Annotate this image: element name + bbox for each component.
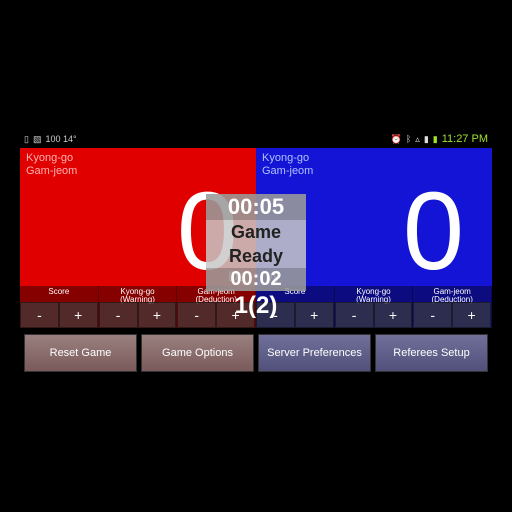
blue-controls: Score - + Kyong-go (Warning) - + Gam-jeo…	[256, 286, 492, 328]
score-board: Kyong-go Gam-jeom 0 Da Score - + Kyong-g…	[20, 148, 492, 328]
alarm-icon: ⏰	[391, 134, 402, 145]
referees-setup-button[interactable]: Referees Setup	[375, 334, 488, 372]
blue-gamjeom-minus[interactable]: -	[413, 302, 452, 328]
blue-kyonggo-control: Kyong-go (Warning) - +	[335, 286, 414, 328]
blue-score: 0	[403, 168, 464, 295]
status-time: 11:27 PM	[442, 133, 488, 145]
status-temp: 100 14°	[45, 134, 76, 144]
game-options-button[interactable]: Game Options	[141, 334, 254, 372]
blue-kyonggo-label: Kyong-go	[262, 152, 486, 165]
red-kyonggo-minus[interactable]: -	[99, 302, 138, 328]
center-panel: 00:05 Game Ready 00:02	[206, 194, 306, 291]
red-score-plus[interactable]: +	[59, 302, 98, 328]
blue-kyonggo-ctl-label: Kyong-go (Warning)	[335, 286, 413, 302]
reset-game-button[interactable]: Reset Game	[24, 334, 137, 372]
status-right: ⏰ ᛒ ▵ ▮ ▮ 11:27 PM	[391, 133, 488, 145]
red-controls: Score - + Kyong-go (Warning) - + Gam-jeo…	[20, 286, 256, 328]
blue-kyonggo-minus[interactable]: -	[335, 302, 374, 328]
red-score-ctl-label: Score	[20, 286, 98, 302]
red-score-control: Score - +	[20, 286, 99, 328]
signal-icon: ▮	[424, 134, 429, 145]
red-gamjeom-minus[interactable]: -	[177, 302, 216, 328]
red-kyonggo-plus[interactable]: +	[138, 302, 177, 328]
blue-gamjeom-control: Gam-jeom (Deduction) - +	[413, 286, 492, 328]
red-kyonggo-label: Kyong-go	[26, 152, 250, 165]
status-icon-2: ▧	[33, 134, 42, 145]
red-score-minus[interactable]: -	[20, 302, 59, 328]
status-left: ▯ ▧ 100 14°	[24, 134, 77, 145]
bluetooth-icon: ᛒ	[406, 134, 411, 144]
menu-buttons: Reset Game Game Options Server Preferenc…	[20, 328, 492, 378]
wifi-icon: ▵	[415, 134, 420, 145]
blue-gamjeom-ctl-label: Gam-jeom (Deduction)	[413, 286, 491, 302]
game-state-line1: Game	[206, 220, 306, 244]
blue-gamjeom-plus[interactable]: +	[452, 302, 491, 328]
round-timer: 00:05	[206, 194, 306, 220]
red-kyonggo-control: Kyong-go (Warning) - +	[99, 286, 178, 328]
game-state-line2: Ready	[206, 244, 306, 268]
server-prefs-button[interactable]: Server Preferences	[258, 334, 371, 372]
rest-timer: 00:02	[206, 268, 306, 291]
status-bar: ▯ ▧ 100 14° ⏰ ᛒ ▵ ▮ ▮ 11:27 PM	[20, 130, 492, 148]
blue-kyonggo-plus[interactable]: +	[374, 302, 413, 328]
blue-score-plus[interactable]: +	[295, 302, 334, 328]
round-indicator: 1(2)	[235, 292, 278, 320]
red-kyonggo-ctl-label: Kyong-go (Warning)	[99, 286, 177, 302]
app-screen: ▯ ▧ 100 14° ⏰ ᛒ ▵ ▮ ▮ 11:27 PM Kyong-go …	[20, 130, 492, 382]
status-icon-1: ▯	[24, 134, 29, 145]
battery-icon: ▮	[433, 134, 438, 145]
